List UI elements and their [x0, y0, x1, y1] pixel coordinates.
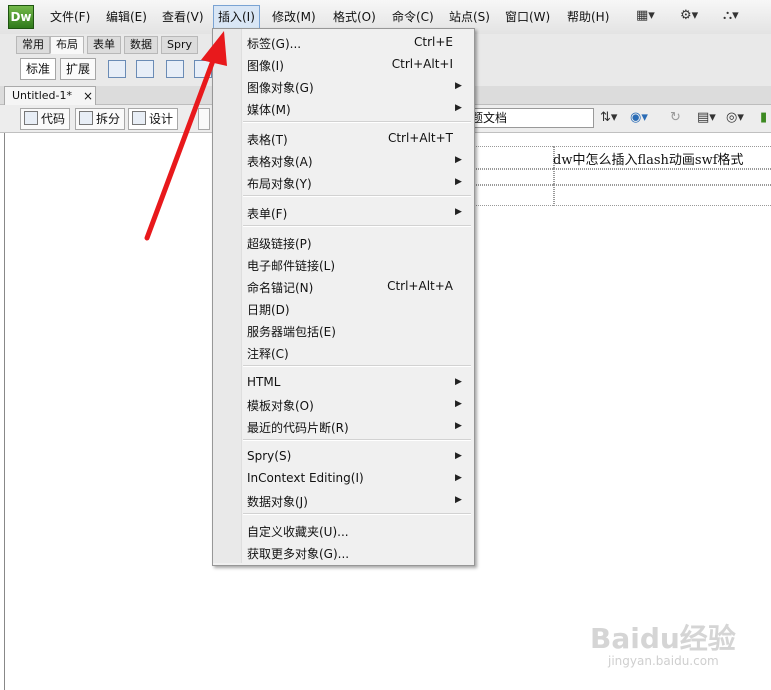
- menu-separator: [243, 225, 471, 227]
- view-options-icon[interactable]: ▤▾: [697, 110, 716, 128]
- menu-item-label: 表单(F): [247, 207, 288, 221]
- design-view-label: 设计: [149, 112, 174, 126]
- tab-data[interactable]: 数据: [124, 36, 158, 54]
- code-view-button[interactable]: 代码: [20, 108, 71, 130]
- table-icon[interactable]: [166, 60, 184, 78]
- menu-item-label: HTML: [247, 375, 281, 389]
- menu-view[interactable]: 查看(V): [162, 6, 204, 28]
- split-icon: [79, 111, 93, 125]
- tab-spry[interactable]: Spry: [161, 36, 198, 54]
- menu-item-label: 标签(G)...: [247, 37, 302, 51]
- table-cell[interactable]: [470, 184, 555, 206]
- table-cell-text: dw中怎么插入flash动画swf格式: [553, 153, 744, 168]
- refresh-icon[interactable]: ↻: [670, 110, 681, 128]
- code-icon: [24, 111, 38, 125]
- menu-item-label: 表格对象(A): [247, 155, 313, 169]
- menu-separator: [243, 439, 471, 441]
- menu-item-label: 图像(I): [247, 59, 284, 73]
- document-tab-title: Untitled-1*: [12, 89, 72, 102]
- menu-item-label: 注释(C): [247, 347, 289, 361]
- menu-item-label: 日期(D): [247, 303, 290, 317]
- submenu-arrow-icon: ▶: [455, 451, 462, 461]
- submenu-arrow-icon: ▶: [455, 155, 462, 165]
- split-view-button[interactable]: 拆分: [75, 108, 126, 130]
- menu-item-shortcut: Ctrl+E: [414, 35, 453, 49]
- menu-item-label: 数据对象(J): [247, 495, 308, 509]
- menu-separator: [243, 121, 471, 123]
- preview-browser-icon[interactable]: ◉▾: [630, 110, 648, 128]
- menu-item-label: 图像对象(G): [247, 81, 314, 95]
- submenu-arrow-icon: ▶: [455, 207, 462, 217]
- submenu-arrow-icon: ▶: [455, 177, 462, 187]
- menu-separator: [243, 365, 471, 367]
- menu-item-label: 自定义收藏夹(U)...: [247, 525, 349, 539]
- menu-help[interactable]: 帮助(H): [567, 6, 609, 28]
- menu-item-label: 电子邮件链接(L): [247, 259, 336, 273]
- menu-format[interactable]: 格式(O): [333, 6, 376, 28]
- submenu-arrow-icon: ▶: [455, 103, 462, 113]
- tab-layout[interactable]: 布局: [50, 36, 84, 54]
- page-title-field[interactable]: 题文档: [470, 108, 594, 128]
- iframe-icon[interactable]: [194, 60, 212, 78]
- menu-item-label: 布局对象(Y): [247, 177, 312, 191]
- baidu-watermark: Baidu经验: [590, 622, 736, 655]
- menu-item-label: 表格(T): [247, 133, 288, 147]
- div-tag-icon[interactable]: [108, 60, 126, 78]
- expanded-mode-button[interactable]: 扩展: [60, 58, 97, 80]
- live-view-button[interactable]: [198, 108, 210, 130]
- tab-common[interactable]: 常用: [16, 36, 50, 54]
- submenu-arrow-icon: ▶: [455, 421, 462, 431]
- design-icon: [132, 111, 146, 125]
- document-tab[interactable]: Untitled-1* ×: [4, 86, 96, 105]
- menu-item-label: 媒体(M): [247, 103, 291, 117]
- table-cell[interactable]: [553, 184, 771, 206]
- menu-item-label: 命名锚记(N): [247, 281, 314, 295]
- close-icon[interactable]: ×: [83, 87, 93, 105]
- visual-aids-icon[interactable]: ◎▾: [726, 110, 744, 128]
- menu-commands[interactable]: 命令(C): [392, 6, 434, 28]
- menu-item-shortcut: Ctrl+Alt+I: [391, 57, 453, 71]
- menu-window[interactable]: 窗口(W): [505, 6, 550, 28]
- site-icon[interactable]: ⛬▾: [723, 8, 739, 26]
- menu-item-label: 超级链接(P): [247, 237, 312, 251]
- menu-edit[interactable]: 编辑(E): [106, 6, 147, 28]
- menu-item-label: 服务器端包括(E): [247, 325, 336, 339]
- menu-item-label: InContext Editing(I): [247, 471, 364, 485]
- design-view-button[interactable]: 设计: [128, 108, 179, 130]
- submenu-arrow-icon: ▶: [455, 473, 462, 483]
- gear-icon[interactable]: ⚙▾: [680, 8, 698, 26]
- code-view-label: 代码: [41, 112, 66, 126]
- menu-item-shortcut: Ctrl+Alt+T: [387, 131, 453, 145]
- ap-div-icon[interactable]: [136, 60, 154, 78]
- submenu-arrow-icon: ▶: [455, 399, 462, 409]
- tab-forms[interactable]: 表单: [87, 36, 121, 54]
- watermark-url: jingyan.baidu.com: [608, 654, 719, 668]
- menu-item-label: 模板对象(O): [247, 399, 314, 413]
- dreamweaver-logo: Dw: [8, 5, 34, 29]
- submenu-arrow-icon: ▶: [455, 377, 462, 387]
- menu-separator: [243, 195, 471, 197]
- layout-icon[interactable]: ▦▾: [636, 8, 655, 26]
- submenu-arrow-icon: ▶: [455, 81, 462, 91]
- file-management-icon[interactable]: ⇅▾: [600, 110, 617, 128]
- menu-item-label: 最近的代码片断(R): [247, 421, 349, 435]
- table-cell[interactable]: [470, 146, 555, 170]
- menu-item-shortcut: Ctrl+Alt+A: [387, 279, 453, 293]
- split-view-label: 拆分: [96, 112, 121, 126]
- standard-mode-button[interactable]: 标准: [20, 58, 57, 80]
- menu-insert[interactable]: 插入(I): [213, 5, 260, 29]
- validate-icon[interactable]: ▮: [760, 110, 767, 128]
- menu-item-label: Spry(S): [247, 449, 292, 463]
- menu-item-label: 获取更多对象(G)...: [247, 547, 350, 561]
- menu-site[interactable]: 站点(S): [449, 6, 490, 28]
- menu-file[interactable]: 文件(F): [50, 6, 90, 28]
- menu-separator: [243, 513, 471, 515]
- menu-modify[interactable]: 修改(M): [272, 6, 316, 28]
- submenu-arrow-icon: ▶: [455, 495, 462, 505]
